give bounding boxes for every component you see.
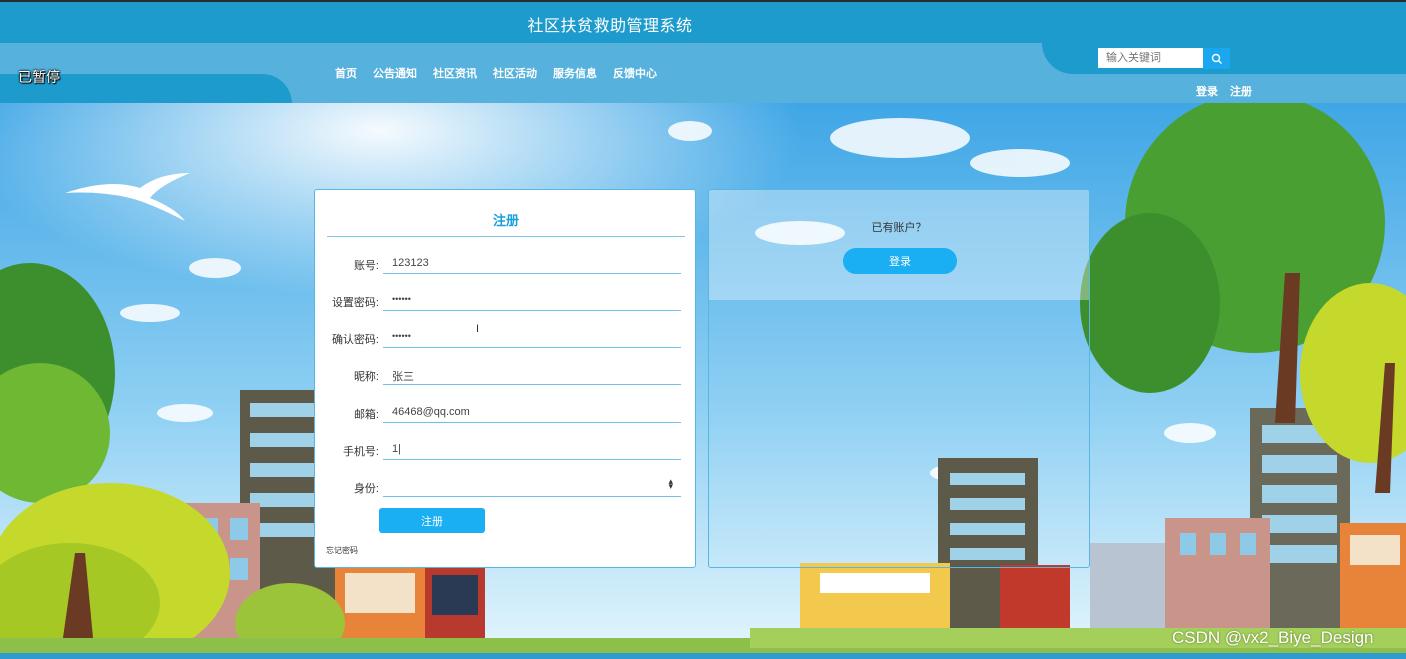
- nav-notices[interactable]: 公告通知: [365, 67, 425, 82]
- register-submit-button[interactable]: 注册: [379, 508, 485, 533]
- auth-links: 登录 注册: [1196, 83, 1252, 99]
- form-row-email: 邮箱: 46468@qq.com: [327, 396, 683, 433]
- header-login-link[interactable]: 登录: [1196, 83, 1218, 99]
- password-input[interactable]: ••••••: [383, 284, 681, 311]
- email-input[interactable]: 46468@qq.com: [383, 396, 681, 423]
- nav-activities[interactable]: 社区活动: [485, 67, 545, 82]
- search-button[interactable]: [1203, 48, 1230, 69]
- login-button[interactable]: 登录: [843, 248, 957, 274]
- nickname-input[interactable]: 张三: [383, 358, 681, 385]
- header-register-link[interactable]: 注册: [1230, 83, 1252, 99]
- confirm-password-input[interactable]: ••••••: [383, 321, 681, 348]
- search-icon: [1211, 53, 1222, 64]
- nav-news[interactable]: 社区资讯: [425, 67, 485, 82]
- form-row-nickname: 昵称: 张三: [327, 358, 683, 395]
- nav-services[interactable]: 服务信息: [545, 67, 605, 82]
- bottom-strip: [0, 653, 1406, 659]
- forgot-password-link[interactable]: 忘记密码: [326, 545, 358, 556]
- login-panel-backdrop: [709, 190, 1089, 300]
- have-account-text: 已有账户？: [871, 222, 927, 234]
- form-row-password: 设置密码: ••••••: [327, 284, 683, 321]
- header-bar: 社区扶贫救助管理系统: [0, 2, 1406, 43]
- paused-overlay-label: 已暂停: [18, 69, 60, 85]
- role-select[interactable]: ▴ ▾: [383, 470, 681, 497]
- text-cursor-icon: I: [476, 323, 480, 335]
- role-label: 身份:: [353, 483, 379, 495]
- form-row-confirm-password: 确认密码: ••••••: [327, 321, 683, 358]
- form-row-role: 身份: ▴ ▾: [327, 470, 683, 507]
- register-title: 注册: [327, 210, 685, 237]
- form-row-account: 账号: 123123: [327, 247, 683, 284]
- password-label: 设置密码:: [331, 297, 379, 309]
- confirm-password-label: 确认密码:: [331, 334, 379, 346]
- select-arrows-icon: ▴ ▾: [668, 476, 673, 491]
- background-scene: [0, 103, 1406, 659]
- site-title: 社区扶贫救助管理系统: [527, 18, 693, 35]
- email-label: 邮箱:: [353, 409, 379, 421]
- phone-input[interactable]: 1|: [383, 433, 681, 460]
- search-input[interactable]: [1098, 48, 1203, 68]
- nav-home[interactable]: 首页: [327, 67, 365, 82]
- register-panel: 注册 账号: 123123 设置密码: •••••• 确认密码: •••••• …: [314, 189, 696, 568]
- phone-label: 手机号:: [342, 446, 379, 458]
- account-label: 账号:: [353, 260, 379, 272]
- watermark: CSDN @vx2_Biye_Design: [1172, 628, 1374, 647]
- account-input[interactable]: 123123: [383, 247, 681, 274]
- nickname-label: 昵称:: [353, 371, 379, 383]
- login-panel: 已有账户？ 登录: [708, 189, 1090, 568]
- nav-feedback[interactable]: 反馈中心: [605, 67, 665, 82]
- form-row-phone: 手机号: 1|: [327, 433, 683, 470]
- main-nav: 首页 公告通知 社区资讯 社区活动 服务信息 反馈中心: [327, 67, 665, 82]
